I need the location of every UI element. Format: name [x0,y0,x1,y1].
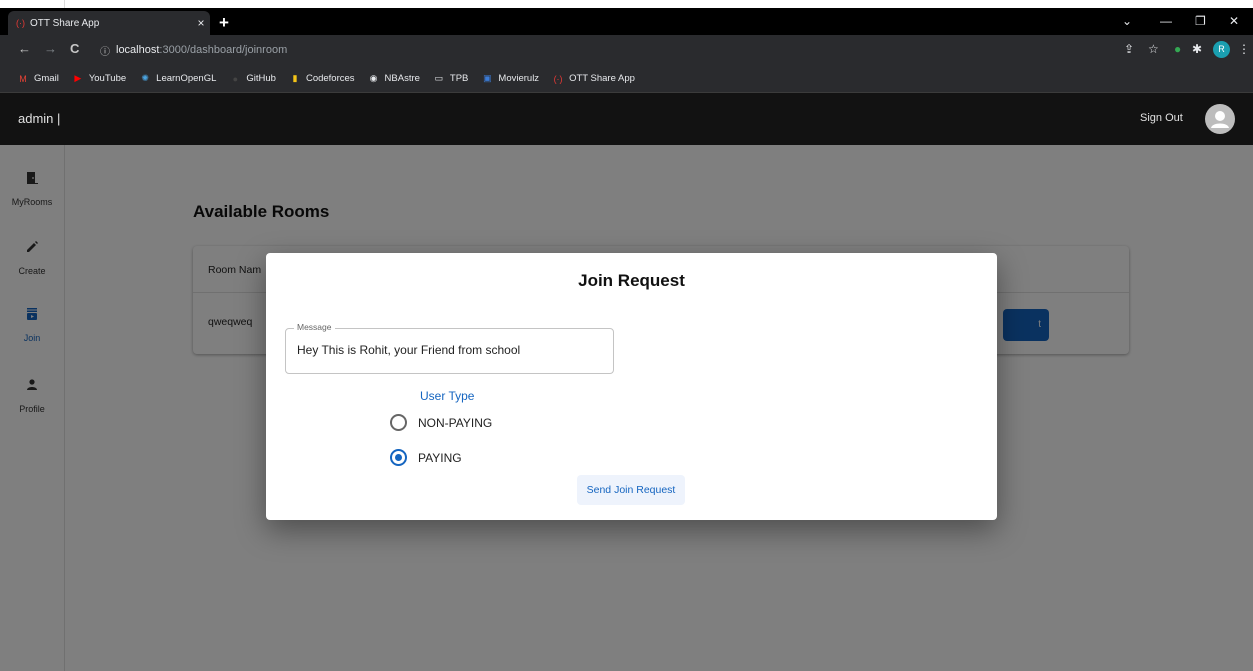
dialog-title: Join Request [578,271,685,290]
bookmark-label: YouTube [88,73,127,84]
bookmark-label: Codeforces [305,73,355,84]
radio-checked-icon[interactable] [390,449,407,466]
avatar-person-icon [1211,111,1229,128]
github-icon: ● [232,73,239,84]
bookmark-label: Movierulz [498,73,540,84]
extension-green-icon[interactable]: ● [1174,42,1181,56]
radio-option-paying[interactable]: PAYING [390,449,462,466]
bookmarks-bar: M Gmail ▶ YouTube ✺ LearnOpenGL ● GitHub ▮ Codefo… [0,65,1253,93]
bookmark-label: TPB [449,73,469,84]
bookmark-tpb[interactable]: ▭ TPB [432,73,469,84]
learnopengl-icon: ✺ [141,73,149,83]
tab-strip: (·) OTT Share App × + ⌄ — ❐ ✕ [0,8,1253,35]
app-brand: admin | [18,111,61,126]
browser-tab[interactable]: (·) OTT Share App × [8,11,210,35]
message-field-label: Message [294,322,335,332]
bookmark-nbastre[interactable]: ◉ NBAstre [367,73,420,84]
radio-option-non-paying[interactable]: NON-PAYING [390,414,492,431]
ott-icon: (·) [553,73,563,84]
bookmark-github[interactable]: ● GitHub [228,73,276,84]
maximize-icon[interactable]: ❐ [1195,14,1206,28]
user-avatar[interactable] [1205,104,1235,134]
tpb-icon: ▭ [434,73,444,83]
tab-search-icon[interactable]: ⌄ [1122,14,1132,28]
bookmark-star-icon[interactable]: ☆ [1148,42,1159,56]
menu-kebab-icon[interactable]: ⋮ [1238,42,1250,56]
tab-close-icon[interactable]: × [192,16,210,30]
ott-favicon-icon: (·) [16,18,25,28]
bookmark-gmail[interactable]: M Gmail [16,73,59,84]
bookmark-label: Gmail [34,73,59,84]
bookmark-ott-share-app[interactable]: (·) OTT Share App [551,73,635,84]
address-bar[interactable]: ⓘ localhost:3000/dashboard/joinroom [90,39,1190,61]
browser-toolbar: ← → C ⓘ localhost:3000/dashboard/joinroo… [0,35,1253,65]
app-header: admin | Sign Out [0,93,1253,145]
site-info-icon[interactable]: ⓘ [100,43,116,58]
tab-title: OTT Share App [30,17,100,29]
bookmark-label: NBAstre [384,73,420,84]
send-join-request-button[interactable]: Send Join Request [577,475,685,505]
bookmark-movierulz[interactable]: ▣ Movierulz [480,73,539,84]
reload-icon[interactable]: C [70,41,79,56]
back-icon[interactable]: ← [18,41,31,56]
bookmark-learnopengl[interactable]: ✺ LearnOpenGL [138,73,216,84]
window-top-gap [0,0,1253,8]
bookmark-youtube[interactable]: ▶ YouTube [71,73,126,84]
gmail-icon: M [19,73,27,84]
sidebar-edge-line [64,0,65,8]
movierulz-icon: ▣ [483,73,492,83]
close-window-icon[interactable]: ✕ [1229,14,1239,28]
minimize-icon[interactable]: — [1160,14,1172,28]
message-input[interactable] [297,343,597,357]
bookmark-label: GitHub [246,73,276,84]
url-host: localhost [116,44,160,56]
url-path: :3000/dashboard/joinroom [159,44,288,56]
join-request-dialog: Join Request Message User Type NON-PAYIN… [266,253,997,520]
sign-out-button[interactable]: Sign Out [1140,112,1183,124]
new-tab-button[interactable]: + [219,13,229,33]
codeforces-icon: ▮ [292,73,298,83]
share-icon[interactable]: ⇪ [1124,42,1134,56]
extensions-puzzle-icon[interactable]: ✱ [1192,42,1202,56]
youtube-icon: ▶ [74,73,82,83]
bookmark-codeforces[interactable]: ▮ Codeforces [288,73,355,84]
forward-icon[interactable]: → [44,41,57,56]
radio-label: PAYING [418,450,462,465]
browser-profile-avatar[interactable]: R [1213,41,1230,58]
bookmark-label: OTT Share App [569,73,635,84]
user-type-label: User Type [420,389,475,403]
radio-unchecked-icon[interactable] [390,414,407,431]
message-field[interactable]: Message [285,322,614,374]
globe-icon: ◉ [369,73,378,83]
bookmark-label: LearnOpenGL [156,73,217,84]
radio-label: NON-PAYING [418,415,493,430]
